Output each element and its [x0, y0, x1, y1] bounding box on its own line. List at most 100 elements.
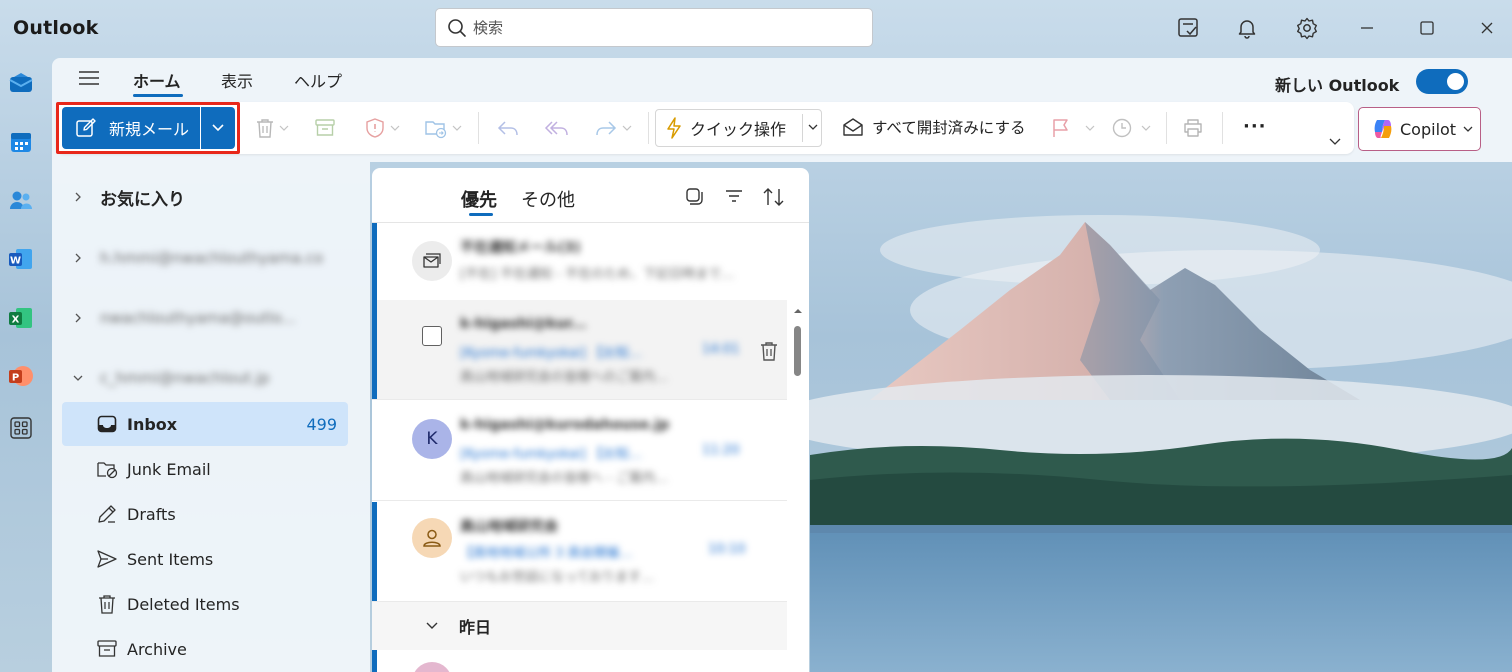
- print-icon: [1184, 119, 1202, 137]
- svg-text:P: P: [12, 373, 19, 384]
- filter-icon[interactable]: [724, 186, 744, 206]
- folder-label: Archive: [127, 639, 187, 659]
- folder-deleted[interactable]: Deleted Items: [62, 582, 348, 626]
- message-item[interactable]: K k-higashi@kurodahouse.jp [Kyome-fumkyo…: [372, 401, 787, 501]
- mark-all-read-button[interactable]: すべて開封済みにする: [842, 116, 1025, 138]
- chevron-right-icon: [75, 192, 81, 202]
- scroll-up-icon[interactable]: [793, 307, 803, 315]
- forward-button[interactable]: [594, 116, 632, 140]
- toggle-knob: [1447, 73, 1464, 90]
- close-icon[interactable]: [1474, 15, 1500, 41]
- tab-help[interactable]: ヘルプ: [294, 68, 342, 92]
- message-sender: k-higashi@kur...: [460, 316, 587, 332]
- my-day-icon[interactable]: [1175, 15, 1201, 41]
- avatar: [412, 662, 452, 672]
- reply-icon: [497, 121, 518, 136]
- chevron-down-icon: [1463, 126, 1473, 132]
- chevron-down-icon: [390, 125, 400, 131]
- mark-all-read-label: すべて開封済みにする: [872, 119, 1026, 137]
- select-mode-icon[interactable]: [684, 186, 704, 206]
- message-time: 11:20: [702, 443, 740, 458]
- reply-all-button[interactable]: [544, 116, 570, 140]
- new-mail-button[interactable]: 新規メール: [62, 107, 200, 149]
- chevron-right-icon: [75, 313, 81, 323]
- account-group[interactable]: c_hmmi@nwachlout.jp: [62, 358, 348, 398]
- snooze-button[interactable]: [1111, 116, 1151, 140]
- folder-archive[interactable]: Archive: [62, 627, 348, 671]
- delete-icon[interactable]: [759, 340, 779, 362]
- move-icon: [425, 121, 447, 139]
- unread-count: 499: [306, 414, 337, 434]
- avatar: [412, 241, 452, 281]
- svg-text:W: W: [10, 256, 21, 267]
- message-subject: [Kyome-fumkyokai] 【お知…: [460, 346, 642, 361]
- new-outlook-toggle[interactable]: [1416, 69, 1468, 94]
- svg-text:X: X: [12, 315, 20, 326]
- reply-button[interactable]: [496, 116, 520, 140]
- drafts-icon: [98, 505, 116, 523]
- flag-icon: [1053, 119, 1068, 137]
- date-group-header[interactable]: 昨日: [372, 602, 787, 650]
- search-input[interactable]: [473, 18, 853, 37]
- calendar-icon[interactable]: [7, 128, 35, 156]
- chevron-down-icon: [1085, 125, 1095, 131]
- copilot-icon: [1374, 120, 1392, 138]
- favorites-label: お気に入り: [100, 189, 185, 210]
- chevron-down-icon[interactable]: [807, 122, 819, 132]
- split-divider: [802, 114, 803, 142]
- message-item[interactable]: 高山地域研究会 【高地地域公所 3 高会開催… 10:10 いつもお世話になって…: [372, 502, 787, 602]
- tab-other[interactable]: その他: [521, 186, 575, 212]
- date-group-label: 昨日: [459, 618, 492, 637]
- folder-inbox[interactable]: Inbox 499: [62, 402, 348, 446]
- tab-focused-indicator: [469, 213, 493, 216]
- hamburger-menu-icon[interactable]: [78, 68, 100, 88]
- quick-action-button[interactable]: クイック操作: [655, 109, 822, 147]
- folder-label: Inbox: [127, 414, 178, 434]
- minimize-icon[interactable]: [1354, 15, 1380, 41]
- search-box[interactable]: [435, 8, 873, 47]
- account-group[interactable]: h.hmmi@nwachlouthyama.co: [62, 238, 348, 278]
- favorites-group[interactable]: お気に入り: [62, 177, 348, 217]
- apps-icon[interactable]: [7, 414, 35, 442]
- folder-junk[interactable]: Junk Email: [62, 447, 348, 491]
- word-icon[interactable]: W: [7, 245, 35, 273]
- account-label: h.hmmi@nwachlouthyama.co: [100, 249, 324, 267]
- gear-icon[interactable]: [1294, 15, 1320, 41]
- message-checkbox[interactable]: [422, 326, 442, 346]
- archive-folder-icon: [97, 640, 117, 657]
- compose-icon: [76, 118, 96, 137]
- sort-icon[interactable]: [762, 186, 786, 208]
- bell-icon[interactable]: [1234, 15, 1260, 41]
- message-subject: [Kyome-fumkyokai] 【お知…: [460, 447, 642, 462]
- message-item[interactable]: [372, 650, 787, 672]
- archive-button[interactable]: [314, 116, 336, 140]
- maximize-icon[interactable]: [1414, 15, 1440, 41]
- folder-label: Deleted Items: [127, 594, 240, 614]
- mail-icon[interactable]: [7, 69, 35, 97]
- move-button[interactable]: [424, 116, 462, 140]
- envelope-stack-icon: [423, 253, 441, 268]
- flag-button[interactable]: [1051, 116, 1095, 140]
- people-icon[interactable]: [7, 186, 35, 214]
- scrollbar-thumb[interactable]: [794, 326, 801, 376]
- folder-label: Sent Items: [127, 549, 214, 569]
- more-options-button[interactable]: ···: [1243, 116, 1267, 137]
- tab-home[interactable]: ホーム: [133, 68, 181, 92]
- ribbon-expand-chevron-icon[interactable]: [1328, 132, 1342, 151]
- tab-view[interactable]: 表示: [221, 68, 253, 92]
- message-list: 優先 その他 不在通知メール(3) [不在] 不在通知 - 不在のため、下記日時…: [372, 168, 809, 672]
- inbox-icon: [97, 415, 117, 433]
- folder-drafts[interactable]: Drafts: [62, 492, 348, 536]
- message-item[interactable]: k-higashi@kur... [Kyome-fumkyokai] 【お知… …: [372, 300, 787, 400]
- new-mail-dropdown[interactable]: [201, 107, 235, 149]
- tab-focused[interactable]: 優先: [461, 186, 497, 212]
- account-group[interactable]: nwachlouthyama@outlo...: [62, 298, 348, 338]
- report-button[interactable]: [364, 116, 400, 140]
- powerpoint-icon[interactable]: P: [7, 362, 35, 390]
- delete-button[interactable]: [255, 116, 289, 140]
- copilot-button[interactable]: Copilot: [1358, 107, 1481, 151]
- print-button[interactable]: [1182, 116, 1204, 140]
- message-sender: k-higashi@kurodahouse.jp: [460, 417, 670, 433]
- folder-sent[interactable]: Sent Items: [62, 537, 348, 581]
- excel-icon[interactable]: X: [7, 304, 35, 332]
